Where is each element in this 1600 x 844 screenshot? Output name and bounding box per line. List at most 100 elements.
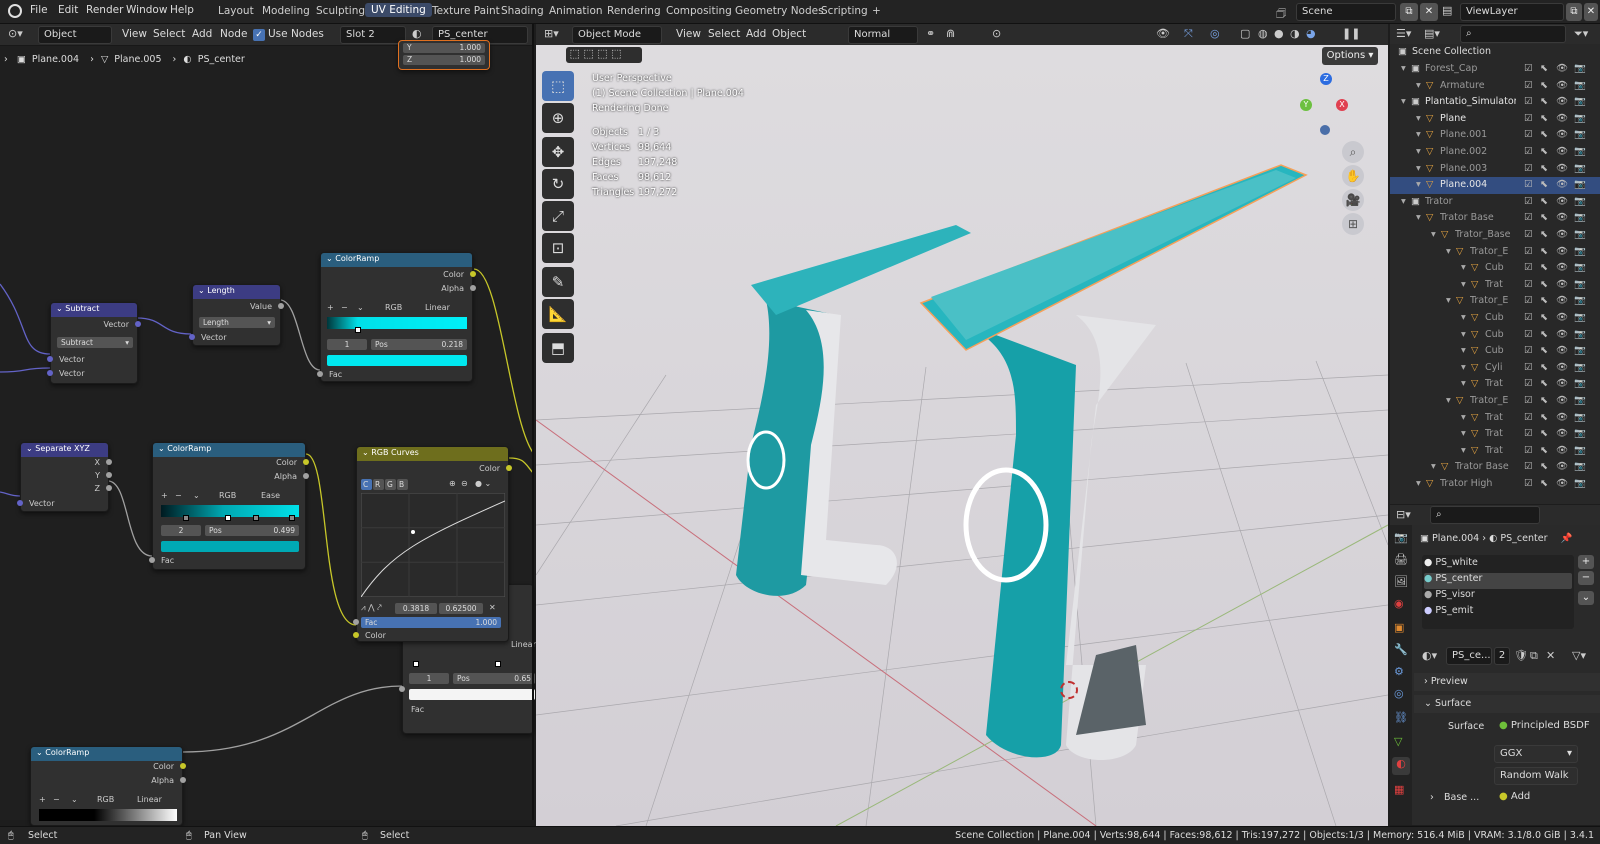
link-mode-icon[interactable]: ▽▾ bbox=[1572, 649, 1586, 662]
transform-tool-icon[interactable]: ⊡ bbox=[542, 233, 574, 263]
3d-cursor-icon[interactable] bbox=[1060, 681, 1078, 699]
eye-icon[interactable]: 👁 bbox=[1556, 212, 1568, 223]
eye-icon[interactable]: 👁 bbox=[1556, 163, 1568, 174]
eye-icon[interactable]: 👁 bbox=[1556, 246, 1568, 257]
input-vector-socket[interactable] bbox=[47, 356, 53, 362]
checkbox-icon[interactable]: ☑ bbox=[1524, 163, 1533, 174]
outliner-row[interactable]: ▾ ▽ Trator_E ☑ ⬉ 👁 📷 bbox=[1390, 244, 1600, 261]
material-shading-icon[interactable]: ◑ bbox=[1290, 27, 1300, 40]
duplicate-material-icon[interactable]: ⧉ bbox=[1530, 649, 1538, 663]
ramp-stop-handle[interactable] bbox=[289, 515, 295, 521]
selectable-icon[interactable]: ⬉ bbox=[1540, 412, 1548, 423]
outliner-panel[interactable]: ☰▾ ▤▾ ⌕ ⏷▾ ▣ Scene Collection ▾ ▣ Forest_C… bbox=[1390, 24, 1600, 504]
tab-animation[interactable]: Animation bbox=[543, 4, 609, 18]
material-users-count[interactable]: 2 bbox=[1494, 647, 1510, 665]
input-fac-socket[interactable] bbox=[353, 619, 359, 625]
input-fac-socket[interactable] bbox=[317, 371, 323, 377]
gizmo-y-axis[interactable]: Y bbox=[1300, 99, 1312, 111]
gizmo-x-axis[interactable]: X bbox=[1336, 99, 1348, 111]
expand-arrow-icon[interactable]: ▾ bbox=[1416, 129, 1421, 140]
menu-help[interactable]: Help bbox=[170, 4, 194, 16]
checkbox-icon[interactable]: ☑ bbox=[1524, 80, 1533, 91]
node-header[interactable]: ⌄ Subtract bbox=[51, 303, 137, 317]
eye-icon[interactable]: 👁 bbox=[1556, 412, 1568, 423]
distribution-dropdown[interactable]: GGX ▾ bbox=[1494, 745, 1578, 763]
channel-c-tab[interactable]: C bbox=[361, 479, 372, 490]
channel-g-tab[interactable]: G bbox=[385, 479, 396, 490]
rendered-shading-icon[interactable]: ◕ bbox=[1306, 27, 1316, 40]
pin-icon[interactable]: 📌 bbox=[1561, 533, 1573, 544]
gizmo-toggle-icon[interactable]: ⤧ bbox=[1184, 27, 1193, 41]
eye-icon[interactable]: 👁 bbox=[1556, 329, 1568, 340]
output-y-socket[interactable] bbox=[106, 472, 112, 478]
editor-type-icon[interactable]: ⊟▾ bbox=[1396, 508, 1411, 521]
checkbox-icon[interactable]: ☑ bbox=[1524, 378, 1533, 389]
selectable-icon[interactable]: ⬉ bbox=[1540, 196, 1548, 207]
outliner-row[interactable]: ▾ ▽ Trator High ☑ ⬉ 👁 📷 bbox=[1390, 476, 1600, 493]
y-field[interactable]: Y 1.000 bbox=[403, 43, 485, 53]
camera-icon[interactable]: 📷 bbox=[1574, 362, 1586, 373]
menu-render[interactable]: Render bbox=[86, 4, 123, 16]
selectable-icon[interactable]: ⬉ bbox=[1540, 246, 1548, 257]
eye-icon[interactable]: 👁 bbox=[1556, 146, 1568, 157]
selectable-icon[interactable]: ⬉ bbox=[1540, 478, 1548, 489]
outliner-root[interactable]: ▣ Scene Collection bbox=[1390, 44, 1600, 61]
input-fac-socket[interactable] bbox=[399, 686, 405, 692]
camera-icon[interactable]: 📷 bbox=[1574, 146, 1586, 157]
channel-b-tab[interactable]: B bbox=[397, 479, 408, 490]
vector-math-subtract-node[interactable]: ⌄ Subtract Vector Subtract ▾ Vector Vect… bbox=[47, 302, 141, 384]
interpolation-dropdown[interactable]: Ease bbox=[261, 491, 280, 500]
visibility-icon[interactable]: 👁 bbox=[1156, 27, 1170, 40]
menu-edit[interactable]: Edit bbox=[58, 4, 78, 16]
input-vector-socket[interactable] bbox=[189, 334, 195, 340]
pivot-icon[interactable]: ⚭ bbox=[926, 27, 935, 40]
blender-logo-icon[interactable] bbox=[8, 4, 22, 18]
stop-index-field[interactable]: 2 bbox=[161, 525, 201, 536]
eye-icon[interactable]: 👁 bbox=[1556, 345, 1568, 356]
properties-search-input[interactable]: ⌕ bbox=[1430, 506, 1540, 524]
eye-icon[interactable]: 👁 bbox=[1556, 262, 1568, 273]
pan-view-icon[interactable]: ✋ bbox=[1342, 165, 1364, 187]
physics-tab-icon[interactable]: ◎ bbox=[1394, 687, 1404, 700]
expand-arrow-icon[interactable]: ▾ bbox=[1461, 412, 1466, 423]
move-tool-icon[interactable]: ✥ bbox=[542, 137, 574, 167]
eye-icon[interactable]: 👁 bbox=[1556, 179, 1568, 190]
interpolation-dropdown[interactable]: Linear bbox=[137, 795, 162, 804]
node-header[interactable]: ⌄ ColorRamp bbox=[153, 443, 305, 457]
tab-rendering[interactable]: Rendering bbox=[601, 4, 667, 18]
expand-arrow-icon[interactable]: ▾ bbox=[1416, 163, 1421, 174]
camera-icon[interactable]: 📷 bbox=[1574, 129, 1586, 140]
ramp-stop-handle[interactable] bbox=[253, 515, 259, 521]
selectable-icon[interactable]: ⬉ bbox=[1540, 395, 1548, 406]
checkbox-icon[interactable]: ☑ bbox=[1524, 312, 1533, 323]
expand-arrow-icon[interactable]: ▾ bbox=[1461, 362, 1466, 373]
selectable-icon[interactable]: ⬉ bbox=[1540, 229, 1548, 240]
zoom-in-icon[interactable]: ⊕ bbox=[449, 479, 456, 488]
camera-icon[interactable]: 📷 bbox=[1574, 163, 1586, 174]
output-alpha-socket[interactable] bbox=[470, 285, 476, 291]
camera-icon[interactable]: 📷 bbox=[1574, 395, 1586, 406]
separate-xyz-node[interactable]: ⌄ Separate XYZ X Y Z Vector bbox=[17, 442, 112, 512]
eye-icon[interactable]: 👁 bbox=[1556, 362, 1568, 373]
z-field[interactable]: Z 1.000 bbox=[403, 55, 485, 65]
selectable-icon[interactable]: ⬉ bbox=[1540, 146, 1548, 157]
expand-arrow-icon[interactable]: ▾ bbox=[1446, 295, 1451, 306]
ramp-stop-handle[interactable] bbox=[225, 515, 231, 521]
solid-shading-icon[interactable]: ● bbox=[1274, 27, 1284, 40]
tab-shading[interactable]: Shading bbox=[495, 4, 550, 18]
particles-tab-icon[interactable]: ⚙ bbox=[1394, 665, 1404, 678]
outliner-row[interactable]: ▾ ▽ Trat ☑ ⬉ 👁 📷 bbox=[1390, 410, 1600, 427]
expand-arrow-icon[interactable]: ▾ bbox=[1461, 345, 1466, 356]
base-color-field[interactable]: ● Add bbox=[1494, 789, 1578, 807]
viewport-menu-object[interactable]: Object bbox=[772, 28, 806, 40]
camera-icon[interactable]: 📷 bbox=[1574, 229, 1586, 240]
outliner-row[interactable]: ▾ ▽ Plane.004 ☑ ⬉ 👁 📷 bbox=[1390, 177, 1600, 195]
checkbox-icon[interactable]: ☑ bbox=[1524, 345, 1533, 356]
checkbox-icon[interactable]: ☑ bbox=[1524, 229, 1533, 240]
eye-icon[interactable]: 👁 bbox=[1556, 461, 1568, 472]
tab-texture-paint[interactable]: Texture Paint bbox=[426, 4, 506, 18]
checkbox-icon[interactable]: ☑ bbox=[1524, 461, 1533, 472]
curve-x-field[interactable]: 0.3818 bbox=[395, 603, 437, 614]
output-color-socket[interactable] bbox=[506, 465, 512, 471]
selectable-icon[interactable]: ⬉ bbox=[1540, 445, 1548, 456]
